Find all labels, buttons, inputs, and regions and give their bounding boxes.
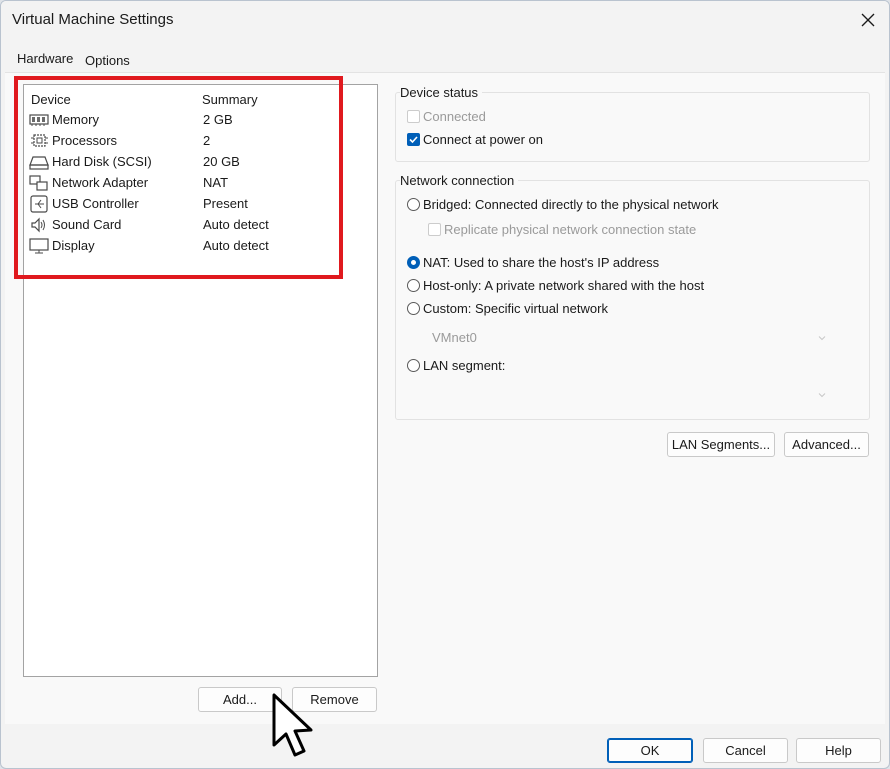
window-title: Virtual Machine Settings xyxy=(12,11,174,28)
device-row-sound-card[interactable]: Sound Card Auto detect xyxy=(28,215,373,236)
device-summary: 2 xyxy=(203,133,211,148)
connect-at-power-on-checkbox[interactable] xyxy=(407,133,420,146)
device-row-memory[interactable]: Memory 2 GB xyxy=(28,110,373,131)
tab-options[interactable]: Options xyxy=(85,53,130,68)
device-summary: NAT xyxy=(203,175,229,190)
connected-checkbox[interactable] xyxy=(407,110,420,123)
ok-button[interactable]: OK xyxy=(607,738,693,763)
column-header-summary[interactable]: Summary xyxy=(202,92,258,107)
device-list[interactable]: Device Summary Memory 2 GB Processors 2 xyxy=(23,84,378,677)
device-name: Memory xyxy=(52,112,99,127)
network-connection-title: Network connection xyxy=(400,173,519,188)
connected-label: Connected xyxy=(423,109,486,124)
device-row-processors[interactable]: Processors 2 xyxy=(28,131,373,152)
chevron-down-icon xyxy=(818,336,826,341)
close-icon xyxy=(861,13,875,27)
device-list-header: Device Summary xyxy=(31,92,371,108)
processor-icon xyxy=(31,134,48,147)
device-row-usb-controller[interactable]: USB Controller Present xyxy=(28,194,373,215)
device-summary: Present xyxy=(203,196,248,211)
title-bar: Virtual Machine Settings xyxy=(1,1,889,41)
checkmark-icon xyxy=(409,136,418,144)
device-summary: 20 GB xyxy=(203,154,240,169)
device-name: Sound Card xyxy=(52,217,122,232)
speaker-icon xyxy=(31,217,45,233)
custom-label: Custom: Specific virtual network xyxy=(423,301,608,316)
vm-settings-window: Virtual Machine Settings Hardware Option… xyxy=(0,0,890,769)
close-button[interactable] xyxy=(853,7,883,33)
device-name: Processors xyxy=(52,133,118,148)
device-status-title: Device status xyxy=(400,85,483,100)
host-only-radio[interactable] xyxy=(407,279,420,292)
help-button[interactable]: Help xyxy=(796,738,881,763)
device-name: Hard Disk (SCSI) xyxy=(52,154,152,169)
column-header-device[interactable]: Device xyxy=(31,92,71,107)
bridged-radio[interactable] xyxy=(407,198,420,211)
device-name: Network Adapter xyxy=(52,175,149,190)
chevron-down-icon xyxy=(818,393,826,398)
cancel-button[interactable]: Cancel xyxy=(703,738,788,763)
lan-segments-button[interactable]: LAN Segments... xyxy=(667,432,775,457)
advanced-button[interactable]: Advanced... xyxy=(784,432,869,457)
device-name: USB Controller xyxy=(52,196,139,211)
nat-label: NAT: Used to share the host's IP address xyxy=(423,255,660,270)
lan-segment-radio[interactable] xyxy=(407,359,420,372)
tab-hardware[interactable]: Hardware xyxy=(17,51,73,66)
tab-bar: Hardware Options xyxy=(1,45,889,69)
lan-segment-label: LAN segment: xyxy=(423,358,506,373)
host-only-label: Host-only: A private network shared with… xyxy=(423,278,705,293)
mouse-cursor-icon xyxy=(272,693,313,757)
network-adapter-icon xyxy=(29,175,48,191)
device-summary: Auto detect xyxy=(203,238,269,253)
nat-radio[interactable] xyxy=(407,256,420,269)
hard-disk-icon xyxy=(29,156,49,170)
device-name: Display xyxy=(52,238,95,253)
display-icon xyxy=(29,238,49,254)
memory-icon xyxy=(29,114,49,126)
connect-at-power-on-label: Connect at power on xyxy=(423,132,543,147)
add-button[interactable]: Add... xyxy=(198,687,282,712)
device-row-display[interactable]: Display Auto detect xyxy=(28,236,373,257)
device-status-group xyxy=(395,92,870,162)
network-connection-group xyxy=(395,180,870,420)
bridged-label: Bridged: Connected directly to the physi… xyxy=(423,197,719,212)
device-row-network-adapter[interactable]: Network Adapter NAT xyxy=(28,173,373,194)
device-row-hard-disk[interactable]: Hard Disk (SCSI) 20 GB xyxy=(28,152,373,173)
usb-icon xyxy=(30,195,48,213)
replicate-label: Replicate physical network connection st… xyxy=(444,222,697,237)
device-summary: 2 GB xyxy=(203,112,233,127)
replicate-checkbox[interactable] xyxy=(428,223,441,236)
device-summary: Auto detect xyxy=(203,217,269,232)
custom-radio[interactable] xyxy=(407,302,420,315)
custom-network-select[interactable]: VMnet0 xyxy=(432,330,477,345)
